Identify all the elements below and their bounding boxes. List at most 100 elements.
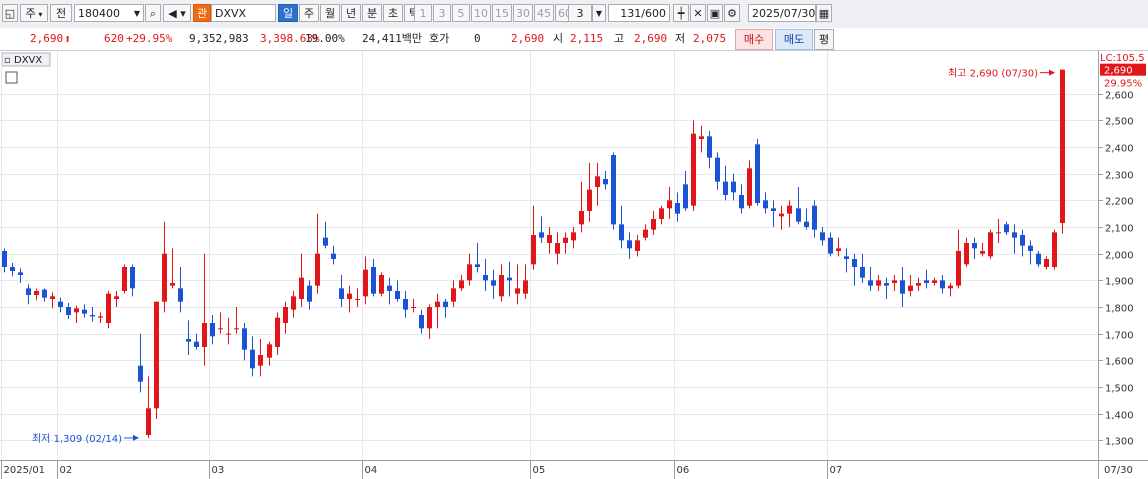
stock-name-field[interactable]: DXVX — [211, 4, 276, 22]
candle-body — [868, 280, 873, 286]
interval-button-45[interactable]: 45 — [534, 4, 554, 22]
search-icon[interactable]: ⌕ — [145, 4, 161, 22]
candle-body — [154, 301, 159, 409]
candle-body — [683, 184, 688, 209]
hoga-label: 호가 — [429, 32, 450, 45]
period-tab-0[interactable]: 일 — [278, 4, 298, 22]
candle-body — [403, 299, 408, 310]
date-field[interactable]: 2025/07/30 — [748, 4, 816, 22]
candle-body — [234, 328, 239, 330]
candle-body — [74, 308, 79, 313]
period-tab-3[interactable]: 년 — [341, 4, 361, 22]
interval-dropdown-chevron-icon[interactable]: ▼ — [592, 4, 606, 22]
y-tick-label: 1,500 — [1105, 384, 1134, 395]
candle-body — [900, 280, 905, 294]
grid-toggle-icon[interactable] — [5, 71, 18, 84]
candle-body — [395, 291, 400, 299]
candle-body — [1060, 69, 1065, 224]
candle-body — [956, 251, 961, 286]
candle-body — [138, 365, 143, 382]
sell-button[interactable]: 매도 — [775, 29, 813, 50]
candle-body — [98, 316, 103, 318]
low-price: 2,075 — [693, 32, 727, 45]
current-price: 2,690 — [30, 32, 64, 45]
period-tab-1[interactable]: 주 — [299, 4, 319, 22]
candle-body — [996, 232, 1001, 234]
candle-body — [964, 243, 969, 265]
interval-button-3[interactable]: 3 — [433, 4, 451, 22]
candle-body — [659, 208, 664, 219]
x-tick-label: 07 — [830, 465, 843, 476]
low-label: 저 — [675, 32, 686, 45]
candle-body — [483, 275, 488, 281]
chevron-down-icon[interactable]: ▼ — [134, 5, 140, 23]
turnover-rate: 19.00% — [305, 32, 345, 45]
candle-body — [675, 203, 680, 214]
y-tick-label: 2,300 — [1105, 171, 1134, 182]
interval-button-30[interactable]: 30 — [513, 4, 533, 22]
stock-code-input[interactable]: 180400 ▼ — [74, 4, 144, 22]
open-price: 2,115 — [570, 32, 604, 45]
interval-button-15[interactable]: 15 — [492, 4, 512, 22]
candle-body — [916, 283, 921, 286]
candle-body — [178, 288, 183, 302]
prev-button[interactable]: 전 — [50, 4, 72, 22]
interval-button-1[interactable]: 1 — [414, 4, 432, 22]
candle-body — [651, 219, 656, 230]
interval-button-10[interactable]: 10 — [471, 4, 491, 22]
open-label: 시 — [553, 32, 564, 45]
y-tick-label: 1,800 — [1105, 304, 1134, 315]
speaker-icon[interactable]: ◀ ▾ — [163, 4, 191, 22]
interval-dropdown-value: 3 — [576, 7, 584, 20]
candle-body — [267, 344, 272, 358]
y-tick-label: 2,200 — [1105, 197, 1134, 208]
y-tick-label: 2,100 — [1105, 224, 1134, 235]
candle-body — [980, 251, 985, 254]
high-price: 2,690 — [634, 32, 668, 45]
line-type-icon[interactable]: ✕ — [690, 4, 706, 22]
avg-button[interactable]: 평 — [814, 29, 834, 50]
count-field[interactable]: 131/600 — [608, 4, 670, 22]
calendar-icon[interactable]: ▦ — [816, 4, 832, 22]
period-tab-5[interactable]: 초 — [383, 4, 403, 22]
window-icon[interactable]: ◱ — [2, 4, 18, 22]
candle-body — [1020, 235, 1025, 246]
period-select-value: 주 — [25, 7, 36, 20]
y-tick-label: 1,900 — [1105, 277, 1134, 288]
candle-body — [715, 157, 720, 182]
period-select[interactable]: 주 ▾ — [20, 4, 48, 22]
candle-body — [1028, 245, 1033, 251]
candle-body — [603, 179, 608, 185]
candle-body — [34, 291, 39, 295]
interval-dropdown[interactable]: 3 — [568, 4, 592, 22]
candle-type-icon[interactable]: ┿ — [673, 4, 689, 22]
save-icon[interactable]: ▣ — [707, 4, 723, 22]
candle-body — [796, 208, 801, 222]
candle-body — [419, 315, 424, 329]
candle-body — [531, 235, 536, 265]
period-tab-2[interactable]: 월 — [320, 4, 340, 22]
settings-gear-icon[interactable]: ⚙ — [724, 4, 740, 22]
y-tick-label: 1,700 — [1105, 331, 1134, 342]
price-tag: 2,690 — [1104, 66, 1133, 77]
buy-button[interactable]: 매수 — [735, 29, 773, 50]
period-tab-4[interactable]: 분 — [362, 4, 382, 22]
interval-button-5[interactable]: 5 — [452, 4, 470, 22]
candle-body — [226, 333, 231, 335]
candle-body — [972, 243, 977, 249]
candle-body — [339, 288, 344, 299]
y-tick-label: 2,500 — [1105, 117, 1134, 128]
candle-body — [836, 248, 841, 251]
candle-body — [804, 221, 809, 227]
x-tick-label: 06 — [677, 465, 690, 476]
candle-body — [563, 237, 568, 243]
candle-body — [852, 259, 857, 267]
price-chart: ▫ DXVX LC:105.5 1,300 1,400 1,500 1,600 1,70… — [0, 51, 1148, 479]
candle-body — [499, 275, 504, 297]
candle-body — [555, 243, 560, 254]
candle-body — [258, 355, 263, 366]
scale-label: LC:105.5 — [1100, 53, 1145, 64]
candle-body — [218, 328, 223, 330]
candle-body — [467, 264, 472, 281]
y-tick-label: 2,400 — [1105, 144, 1134, 155]
